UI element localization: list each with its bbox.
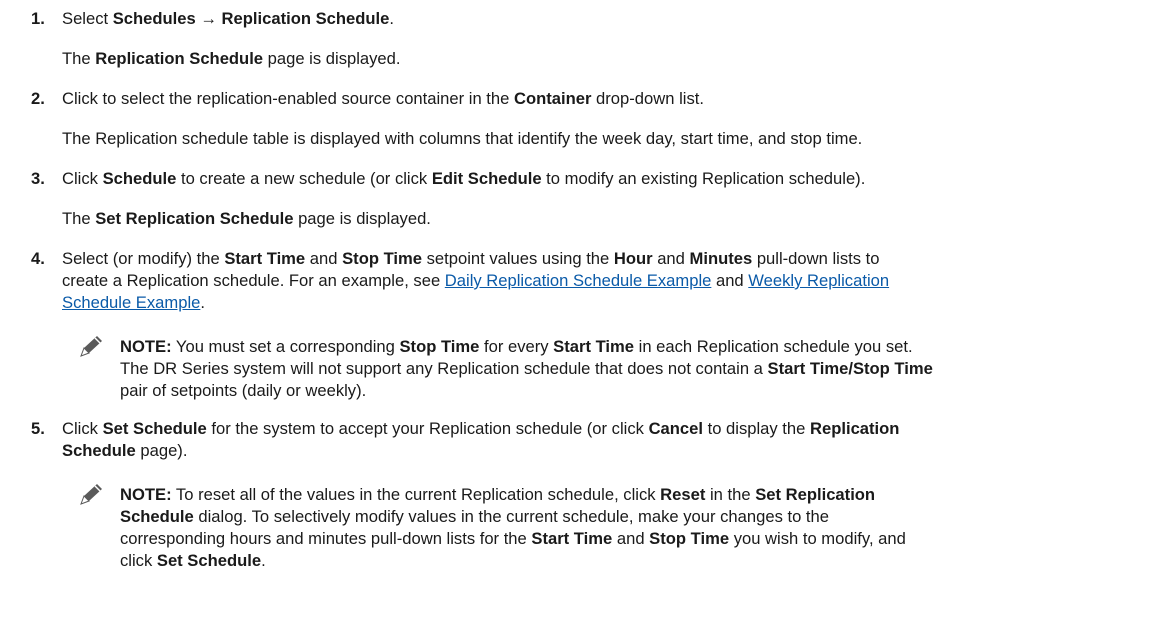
daily-schedule-example-link[interactable]: Daily Replication Schedule Example	[445, 271, 712, 290]
text-run: .	[389, 9, 394, 28]
ui-term: Start Time/Stop Time	[767, 359, 933, 378]
text-run: pull-down lists to	[752, 249, 880, 268]
step-text: Schedule page).	[62, 440, 187, 462]
note-label: NOTE:	[120, 485, 172, 504]
text-run: .	[261, 551, 266, 570]
step-result: The Replication schedule table is displa…	[62, 128, 862, 150]
note-line: NOTE: To reset all of the values in the …	[120, 484, 875, 506]
note-line: NOTE: You must set a corresponding Stop …	[120, 336, 913, 358]
text-run: Click	[62, 169, 103, 188]
note-line: click Set Schedule.	[120, 550, 266, 572]
text-run: page is displayed.	[293, 209, 431, 228]
step-text: Click Schedule to create a new schedule …	[62, 168, 865, 190]
text-run: Click to select the replication-enabled …	[62, 89, 514, 108]
ui-term: Container	[513, 89, 592, 108]
text-run: Select	[62, 9, 113, 28]
text-run: you wish to modify, and	[729, 529, 906, 548]
text-run: Click	[62, 419, 103, 438]
ui-term: Start Time	[224, 249, 306, 268]
text-run: pair of setpoints (daily or weekly).	[120, 381, 367, 400]
step-text: create a Replication schedule. For an ex…	[62, 270, 889, 292]
ui-term: Schedule	[120, 507, 194, 526]
note-line: Schedule dialog. To selectively modify v…	[120, 506, 829, 528]
text-run: You must set a corresponding	[171, 337, 400, 356]
text-run: Select (or modify) the	[62, 249, 225, 268]
step-result: The Set Replication Schedule page is dis…	[62, 208, 431, 230]
ui-term: Replication Schedule	[95, 49, 264, 68]
note-line: The DR Series system will not support an…	[120, 358, 933, 380]
text-run: setpoint values using the	[422, 249, 614, 268]
ui-term: Start Time	[553, 337, 635, 356]
text-run: to display the	[702, 419, 810, 438]
step-text: Click to select the replication-enabled …	[62, 88, 704, 110]
ui-path: Schedules → Replication Schedule	[112, 9, 390, 28]
text-run: The Replication schedule table is displa…	[62, 129, 863, 148]
text-run: and	[652, 249, 690, 268]
weekly-schedule-example-link[interactable]: Weekly Replication	[748, 271, 889, 290]
text-run: corresponding hours and minutes pull-dow…	[120, 529, 532, 548]
text-run: page is displayed.	[263, 49, 401, 68]
step-number: 5.	[31, 419, 45, 438]
text-run: and	[612, 529, 650, 548]
text-run: The DR Series system will not support an…	[120, 359, 768, 378]
text-run: The	[62, 49, 96, 68]
ui-term: Set Schedule	[156, 551, 262, 570]
text-run: .	[200, 293, 205, 312]
text-run: in each Replication schedule you set.	[634, 337, 913, 356]
text-run: and	[305, 249, 343, 268]
note-line: corresponding hours and minutes pull-dow…	[120, 528, 906, 550]
step-number: 2.	[31, 89, 45, 108]
text-run: for every	[479, 337, 554, 356]
text-run: to create a new schedule (or click	[176, 169, 432, 188]
ui-term: Stop Time	[342, 249, 422, 268]
text-run: The	[62, 209, 96, 228]
text-run: for the system to accept your Replicatio…	[206, 419, 649, 438]
ui-term: Set Replication	[755, 485, 876, 504]
text-run: in the	[705, 485, 756, 504]
step-text: Click Set Schedule for the system to acc…	[62, 418, 899, 440]
step-text: Select (or modify) the Start Time and St…	[62, 248, 880, 270]
step-text: Select Schedules → Replication Schedule.	[62, 8, 394, 30]
ui-term: Stop Time	[399, 337, 480, 356]
text-run: page).	[135, 441, 188, 460]
step-result: The Replication Schedule page is display…	[62, 48, 401, 70]
ui-term: Replication	[810, 419, 900, 438]
ui-term: Start Time	[531, 529, 613, 548]
text-run: click	[120, 551, 157, 570]
procedure-document: 1. Select Schedules → Replication Schedu…	[0, 0, 1172, 635]
ui-term: Edit Schedule	[431, 169, 542, 188]
step-number: 1.	[31, 9, 45, 28]
text-run: To reset all of the values in the curren…	[171, 485, 661, 504]
text-run: to modify an existing Replication schedu…	[541, 169, 866, 188]
step-text: Schedule Example.	[62, 292, 205, 314]
ui-term: Minutes	[689, 249, 753, 268]
text-run: drop-down list.	[591, 89, 704, 108]
ui-term: Schedule	[102, 169, 177, 188]
ui-term: Cancel	[648, 419, 703, 438]
text-run: dialog. To selectively modify values in …	[193, 507, 829, 526]
text-run: and	[711, 271, 749, 290]
text-run: create a Replication schedule. For an ex…	[62, 271, 445, 290]
ui-term: Stop Time	[649, 529, 730, 548]
step-number: 3.	[31, 169, 45, 188]
note-label: NOTE:	[120, 337, 172, 356]
ui-term: Schedule	[62, 441, 136, 460]
ui-term: Set Schedule	[102, 419, 207, 438]
ui-term: Set Replication Schedule	[95, 209, 294, 228]
weekly-schedule-example-link[interactable]: Schedule Example	[62, 293, 200, 312]
note-line: pair of setpoints (daily or weekly).	[120, 380, 366, 402]
ui-term: Hour	[613, 249, 653, 268]
pencil-note-icon	[79, 482, 105, 506]
step-number: 4.	[31, 249, 45, 268]
pencil-note-icon	[79, 334, 105, 358]
ui-term: Reset	[660, 485, 706, 504]
